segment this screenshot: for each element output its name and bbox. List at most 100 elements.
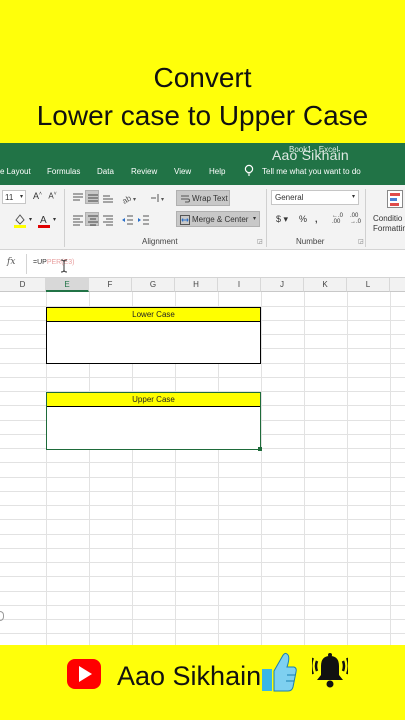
font-color-icon: A xyxy=(38,215,50,228)
grid-line xyxy=(0,548,405,549)
merge-center-button[interactable]: Merge & Center ▾ xyxy=(176,211,260,227)
align-bottom-button[interactable] xyxy=(100,190,114,204)
tab-view[interactable]: View xyxy=(174,167,191,176)
grid-line xyxy=(0,591,405,592)
ribbon-tab-bar: Book1 - Excel Aao Sikhain e Layout Formu… xyxy=(0,143,405,185)
dialog-launcher-icon[interactable]: ◲ xyxy=(257,238,263,245)
align-top-icon xyxy=(73,193,83,201)
grid-line xyxy=(0,534,405,535)
grid-line xyxy=(304,292,305,645)
ribbon-divider xyxy=(64,189,65,247)
conditional-formatting-button[interactable]: Conditio Formattin xyxy=(371,188,405,234)
grid-line xyxy=(261,292,262,645)
column-header-m[interactable] xyxy=(390,278,405,292)
column-header-e[interactable]: E xyxy=(46,278,89,292)
fill-color-button[interactable] xyxy=(12,211,26,228)
tell-me-search[interactable]: Tell me what you want to do xyxy=(262,167,361,176)
column-header-l[interactable]: L xyxy=(347,278,390,292)
font-color-button[interactable]: A xyxy=(36,211,50,228)
column-header-g[interactable]: G xyxy=(132,278,175,292)
align-top-button[interactable] xyxy=(70,190,84,204)
increase-indent-button[interactable] xyxy=(136,212,150,226)
align-right-icon xyxy=(103,215,113,226)
title-banner: Convert Lower case to Upper Case xyxy=(0,0,405,143)
lower-case-input-cell[interactable] xyxy=(47,322,260,363)
align-left-button[interactable] xyxy=(70,212,84,226)
upper-case-box[interactable]: Upper Case xyxy=(46,392,261,450)
lower-case-box[interactable]: Lower Case xyxy=(46,307,261,364)
column-header-i[interactable]: I xyxy=(218,278,261,292)
grid-line xyxy=(0,619,405,620)
chevron-down-icon: ▾ xyxy=(351,194,355,200)
chevron-down-icon[interactable]: ▾ xyxy=(52,215,57,224)
shrink-font-button[interactable]: A˅ xyxy=(46,190,59,204)
comma-style-button[interactable]: , xyxy=(314,213,319,225)
column-header-h[interactable]: H xyxy=(175,278,218,292)
upper-case-header: Upper Case xyxy=(47,393,260,407)
chevron-down-icon[interactable]: ▾ xyxy=(28,215,33,224)
align-middle-icon xyxy=(88,194,98,202)
grid-line xyxy=(0,519,405,520)
svg-text:▾: ▾ xyxy=(133,197,136,203)
grid-line xyxy=(0,562,405,563)
grid-line xyxy=(347,292,348,645)
increase-indent-icon xyxy=(138,215,149,225)
conditional-formatting-label-2: Formattin xyxy=(373,224,405,233)
formula-divider xyxy=(26,254,27,274)
upper-case-result-cell[interactable] xyxy=(47,407,260,449)
align-bottom-icon xyxy=(103,195,113,203)
ribbon-divider xyxy=(266,189,267,247)
column-header-j[interactable]: J xyxy=(261,278,304,292)
decrease-indent-button[interactable] xyxy=(120,212,134,226)
tab-page-layout[interactable]: e Layout xyxy=(0,167,31,176)
grow-font-button[interactable]: A˄ xyxy=(31,190,44,204)
fx-icon[interactable]: fx xyxy=(7,257,15,267)
lower-case-header: Lower Case xyxy=(47,308,260,322)
chevron-down-icon: ▾ xyxy=(19,194,23,200)
chevron-down-icon: ▾ xyxy=(252,216,256,222)
font-size-select[interactable]: 11 ▾ xyxy=(2,190,26,204)
wrap-text-icon xyxy=(181,195,190,203)
channel-footer: Aao Sikhain xyxy=(0,645,405,720)
banner-line-2: Lower case to Upper Case xyxy=(36,100,369,131)
column-header-d[interactable]: D xyxy=(0,278,46,292)
decrease-indent-icon xyxy=(122,215,133,225)
align-middle-button[interactable] xyxy=(85,190,99,204)
spreadsheet-grid[interactable]: D E F G H I J K L Lower Case Upper Case xyxy=(0,278,405,645)
thumbs-up-icon xyxy=(262,652,297,692)
decrease-decimal-button[interactable]: .00 →.0 xyxy=(349,212,362,226)
youtube-icon xyxy=(67,659,101,689)
tab-data[interactable]: Data xyxy=(97,167,114,176)
fill-handle[interactable] xyxy=(258,447,262,451)
grid-line xyxy=(0,576,405,577)
tab-help[interactable]: Help xyxy=(209,167,225,176)
align-right-button[interactable] xyxy=(100,212,114,226)
column-header-k[interactable]: K xyxy=(304,278,347,292)
column-header-f[interactable]: F xyxy=(89,278,132,292)
currency-button[interactable]: $ ▾ xyxy=(275,213,289,226)
conditional-formatting-label-1: Conditio xyxy=(373,214,403,223)
number-format-select[interactable]: General ▾ xyxy=(271,190,359,205)
alignment-group-label: Alignment xyxy=(142,237,178,246)
svg-text:A: A xyxy=(40,215,47,226)
grid-line xyxy=(0,505,405,506)
ribbon-home: 11 ▾ A˄ A˅ ▾ A ▾ ab ▾ ▾ Wrap Text Merge … xyxy=(0,185,405,250)
orientation-icon: ab ▾ xyxy=(121,193,136,206)
dialog-launcher-icon[interactable]: ◲ xyxy=(358,238,364,245)
wrap-text-label: Wrap Text xyxy=(192,194,228,203)
grid-line xyxy=(0,633,405,634)
increase-decimal-button[interactable]: ←.0.00 xyxy=(331,212,344,226)
wrap-text-button[interactable]: Wrap Text xyxy=(176,190,230,206)
text-direction-icon: ▾ xyxy=(151,194,164,203)
align-center-icon xyxy=(88,215,98,226)
grid-line xyxy=(0,462,405,463)
merge-cells-icon xyxy=(180,215,190,225)
tab-review[interactable]: Review xyxy=(131,167,157,176)
orientation-button[interactable]: ab ▾ xyxy=(120,190,138,206)
tab-formulas[interactable]: Formulas xyxy=(47,167,80,176)
grid-line xyxy=(390,292,391,645)
percent-button[interactable]: % xyxy=(298,213,308,225)
text-direction-button[interactable]: ▾ xyxy=(148,190,166,204)
font-size-value: 11 xyxy=(5,193,14,202)
align-center-button[interactable] xyxy=(85,212,99,226)
